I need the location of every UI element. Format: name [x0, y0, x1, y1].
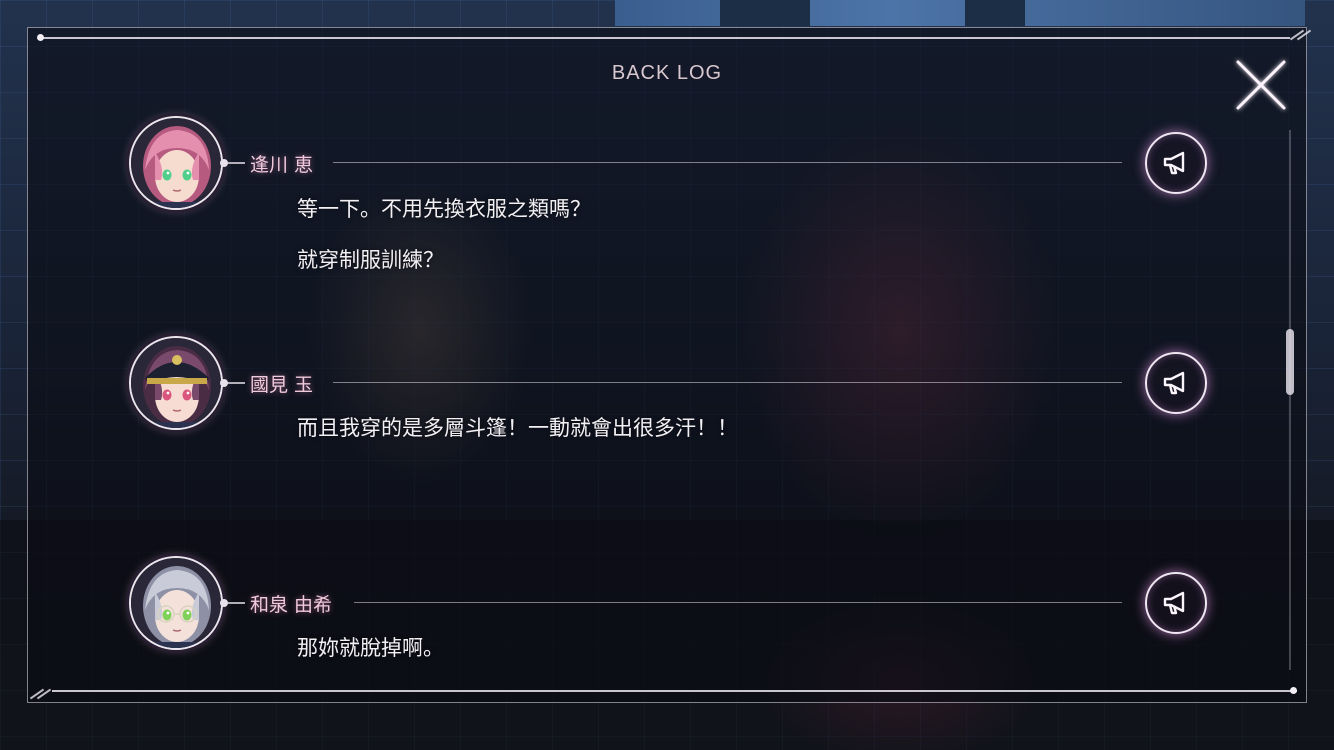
voice-replay-button[interactable]: [1145, 132, 1207, 194]
megaphone-icon: [1163, 151, 1185, 175]
voice-replay-button[interactable]: [1145, 352, 1207, 414]
speaker-name: 和泉 由希: [250, 594, 333, 616]
character-portrait: [131, 338, 221, 428]
dialogue-line: 就穿制服訓練？: [297, 248, 444, 272]
backlog-title: BACK LOG: [611, 62, 723, 84]
dialogue-line: 而且我穿的是多層斗篷！一動就會出很多汗！！: [297, 416, 738, 440]
frame-top-line: [40, 37, 1290, 39]
backlog-entry: 和泉 由希 那妳就脫掉啊。: [0, 556, 1334, 666]
close-x-icon: [1236, 60, 1286, 110]
dialogue-line: 等一下。不用先換衣服之類嗎？: [297, 197, 591, 221]
frame-corner-dot: [1290, 687, 1297, 694]
dialogue-line: 那妳就脫掉啊。: [297, 636, 444, 660]
background-pillar: [965, 0, 1025, 26]
name-divider: [333, 162, 1122, 163]
character-portrait: [131, 558, 221, 648]
background-window: [615, 0, 1305, 26]
character-portrait: [131, 118, 221, 208]
connector-dot: [220, 379, 228, 387]
speaker-name: 國見 玉: [250, 374, 314, 396]
close-button[interactable]: [1230, 56, 1290, 116]
backlog-entry: 逢川 恵 等一下。不用先換衣服之類嗎？ 就穿制服訓練？: [0, 116, 1334, 272]
name-divider: [354, 602, 1122, 603]
backlog-entry: 國見 玉 而且我穿的是多層斗篷！一動就會出很多汗！！: [0, 336, 1334, 446]
speaker-name: 逢川 恵: [250, 154, 314, 176]
speaker-avatar: [129, 116, 223, 210]
connector-dot: [220, 599, 228, 607]
frame-bottom-line: [52, 690, 1297, 692]
frame-corner-dot: [37, 34, 44, 41]
speaker-avatar: [129, 336, 223, 430]
megaphone-icon: [1163, 591, 1185, 615]
speaker-avatar: [129, 556, 223, 650]
connector-dot: [220, 159, 228, 167]
megaphone-icon: [1163, 371, 1185, 395]
voice-replay-button[interactable]: [1145, 572, 1207, 634]
name-divider: [333, 382, 1122, 383]
background-pillar: [720, 0, 810, 26]
